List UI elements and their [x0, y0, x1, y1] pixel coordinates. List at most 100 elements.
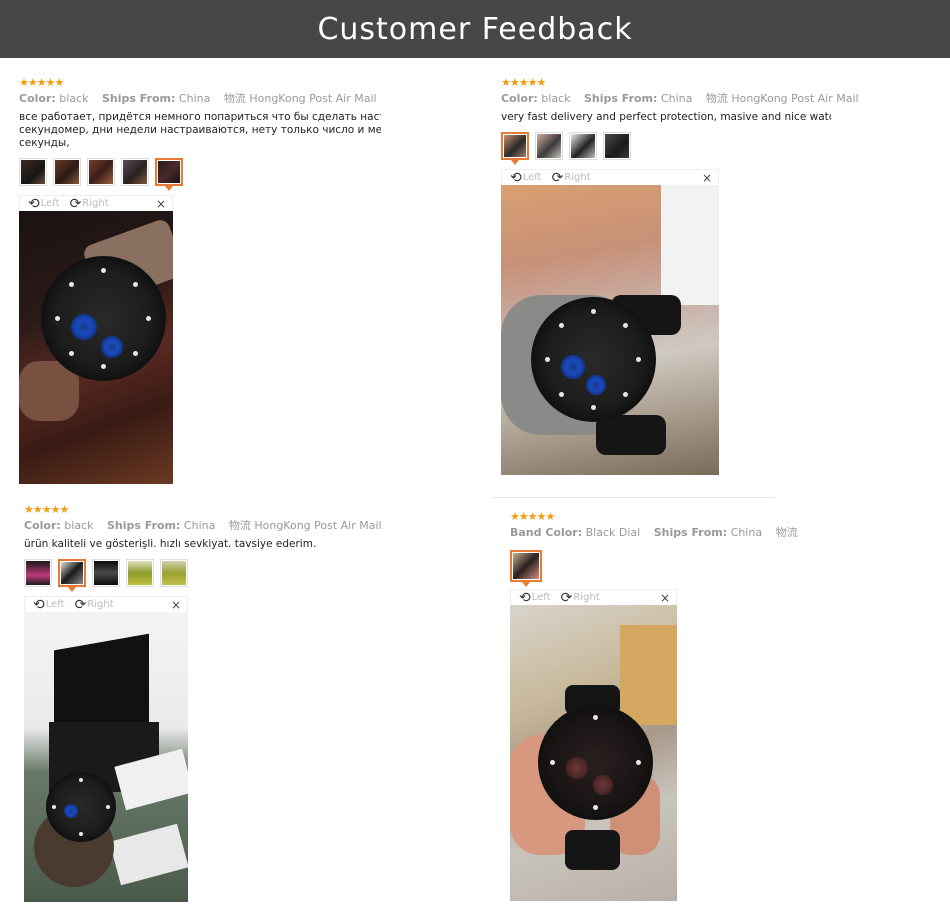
review-meta: Band Color: Black Dial Ships From: China… — [510, 526, 810, 540]
rotate-right-icon: ⟳ — [69, 195, 82, 212]
star-rating: ★★★★★ — [510, 510, 555, 523]
photo-thumbnail[interactable] — [535, 132, 563, 160]
rotate-right-label: Right — [87, 599, 114, 610]
star-rating: ★★★★★ — [501, 76, 546, 89]
photo-thumbnail-selected[interactable] — [155, 158, 183, 191]
rotate-right-button[interactable]: ⟳ Right — [560, 589, 600, 606]
shipping-method: 物流 — [775, 526, 798, 539]
photo-thumbnail[interactable] — [121, 158, 149, 186]
review-divider — [492, 497, 775, 498]
close-icon[interactable]: × — [171, 598, 181, 612]
shipping-method: 物流 HongKong Post Air Mail — [228, 519, 382, 532]
shipping-method: 物流 HongKong Post Air Mail — [705, 92, 859, 105]
ships-from-label: Ships From: — [653, 526, 728, 539]
review-comment: все работает, придётся немного попаритьс… — [19, 111, 381, 150]
rotate-right-button[interactable]: ⟳ Right — [551, 169, 591, 186]
viewer-toolbar: ⟲ Left ⟳ Right × — [19, 195, 173, 211]
color-value: black — [541, 92, 571, 105]
rotate-right-icon: ⟳ — [74, 596, 87, 613]
photo-thumbnails — [501, 132, 831, 165]
viewer-toolbar: ⟲ Left ⟳ Right × — [24, 596, 188, 612]
photo-thumbnail-selected[interactable] — [510, 550, 542, 587]
comment-line: ürün kaliteli ve gösterişli. hızlı sevki… — [24, 538, 317, 550]
ships-from-label: Ships From: — [101, 92, 176, 105]
photo-viewer: ⟲ Left ⟳ Right × — [501, 169, 719, 475]
review-card: ★★★★★ Band Color: Black Dial Ships From:… — [510, 510, 810, 901]
ships-from-value: China — [183, 519, 216, 532]
review-meta: Color: black Ships From: China 物流 HongKo… — [19, 92, 381, 106]
ships-from-value: China — [730, 526, 763, 539]
photo-viewer: ⟲ Left ⟳ Right × — [24, 596, 188, 902]
photo-thumbnails — [19, 158, 381, 191]
rotate-right-icon: ⟳ — [560, 589, 573, 606]
rotate-left-button[interactable]: ⟲ Left — [33, 596, 65, 613]
photo-viewer: ⟲ Left ⟳ Right × — [510, 589, 677, 901]
review-photo[interactable] — [24, 612, 188, 902]
photo-thumbnail[interactable] — [603, 132, 631, 160]
close-icon[interactable]: × — [156, 197, 166, 211]
rotate-left-label: Left — [45, 599, 65, 610]
rotate-right-label: Right — [564, 172, 591, 183]
star-rating: ★★★★★ — [19, 76, 64, 89]
review-card: ★★★★★ Color: black Ships From: China 物流 … — [19, 76, 381, 484]
rotate-left-icon: ⟲ — [519, 589, 531, 606]
photo-thumbnail[interactable] — [160, 559, 188, 587]
photo-thumbnail[interactable] — [53, 158, 81, 186]
review-card: ★★★★★ Color: black Ships From: China 物流 … — [501, 76, 859, 475]
rotate-left-button[interactable]: ⟲ Left — [28, 195, 60, 212]
rotate-left-label: Left — [531, 592, 551, 603]
rotate-right-label: Right — [573, 592, 600, 603]
ships-from-label: Ships From: — [583, 92, 658, 105]
photo-viewer: ⟲ Left ⟳ Right × — [19, 195, 173, 484]
photo-thumbnail-selected[interactable] — [501, 132, 529, 165]
band-color-label: Band Color: — [510, 526, 583, 539]
band-color-value: Black Dial — [585, 526, 641, 539]
rotate-left-button[interactable]: ⟲ Left — [519, 589, 551, 606]
ships-from-value: China — [178, 92, 211, 105]
star-rating: ★★★★★ — [24, 503, 69, 516]
viewer-toolbar: ⟲ Left ⟳ Right × — [510, 589, 677, 605]
color-label: Color: — [19, 92, 56, 105]
comment-line: все работает, придётся немного попаритьс… — [19, 111, 381, 123]
banner-title: Customer Feedback — [317, 11, 633, 47]
color-value: black — [59, 92, 89, 105]
rotate-left-button[interactable]: ⟲ Left — [510, 169, 542, 186]
rotate-right-button[interactable]: ⟳ Right — [74, 596, 114, 613]
rotate-left-icon: ⟲ — [28, 195, 40, 212]
color-value: black — [64, 519, 94, 532]
review-photo[interactable] — [19, 211, 173, 484]
rotate-left-label: Left — [40, 198, 60, 209]
viewer-toolbar: ⟲ Left ⟳ Right × — [501, 169, 719, 185]
ships-from-label: Ships From: — [106, 519, 181, 532]
comment-line: very fast delivery and perfect protectio… — [501, 111, 831, 123]
review-photo[interactable] — [510, 605, 677, 901]
ships-from-value: China — [660, 92, 693, 105]
review-card: ★★★★★ Color: black Ships From: China 物流 … — [24, 503, 382, 902]
photo-thumbnails — [24, 559, 364, 592]
comment-line: секунды, — [19, 137, 70, 149]
review-meta: Color: black Ships From: China 物流 HongKo… — [24, 519, 382, 533]
shipping-method: 物流 HongKong Post Air Mail — [223, 92, 377, 105]
close-icon[interactable]: × — [660, 591, 670, 605]
photo-thumbnail[interactable] — [569, 132, 597, 160]
feedback-banner: Customer Feedback — [0, 0, 950, 58]
rotate-right-icon: ⟳ — [551, 169, 564, 186]
photo-thumbnail[interactable] — [126, 559, 154, 587]
photo-thumbnail[interactable] — [24, 559, 52, 587]
photo-thumbnail[interactable] — [92, 559, 120, 587]
color-label: Color: — [24, 519, 61, 532]
photo-thumbnail[interactable] — [87, 158, 115, 186]
close-icon[interactable]: × — [702, 171, 712, 185]
photo-thumbnails — [510, 550, 810, 587]
comment-line: секундомер, дни недели настраиваются, не… — [19, 124, 381, 136]
rotate-right-button[interactable]: ⟳ Right — [69, 195, 109, 212]
photo-thumbnail-selected[interactable] — [58, 559, 86, 592]
review-photo[interactable] — [501, 185, 719, 475]
rotate-right-label: Right — [82, 198, 109, 209]
color-label: Color: — [501, 92, 538, 105]
photo-thumbnail[interactable] — [19, 158, 47, 186]
rotate-left-label: Left — [522, 172, 542, 183]
review-meta: Color: black Ships From: China 物流 HongKo… — [501, 92, 859, 106]
rotate-left-icon: ⟲ — [510, 169, 522, 186]
rotate-left-icon: ⟲ — [33, 596, 45, 613]
